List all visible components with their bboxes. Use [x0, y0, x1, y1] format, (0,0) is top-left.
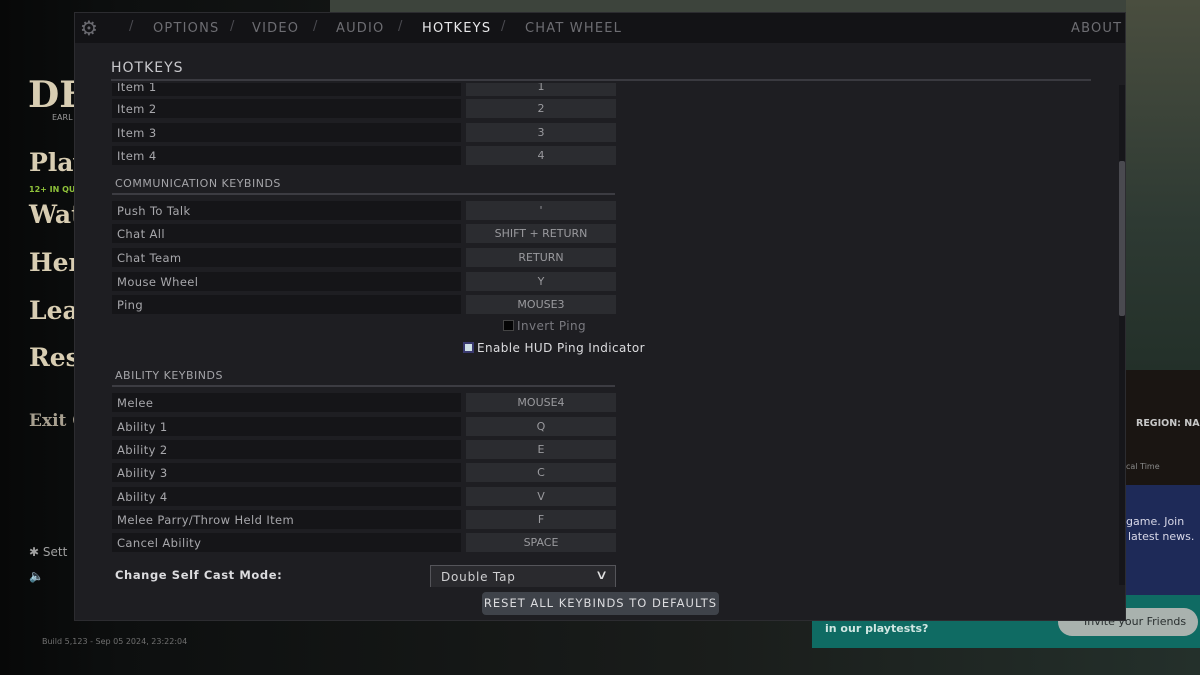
keybind-button[interactable]: V	[466, 487, 616, 506]
hotkeys-list: Item 1 1 Item 2 2 Item 3 3 Item 4 4 COMMUNIC…	[75, 83, 1115, 587]
logo-subtitle: EARL	[52, 113, 73, 122]
tab-hotkeys[interactable]: HOTKEYS	[422, 21, 491, 36]
tab-audio[interactable]: AUDIO	[336, 21, 385, 36]
tab-separator: /	[230, 19, 235, 34]
keybind-row: Item 4 4	[112, 146, 616, 165]
keybind-button[interactable]: E	[466, 440, 616, 459]
section-header: ABILITY KEYBINDS	[115, 369, 223, 382]
section-header: COMMUNICATION KEYBINDS	[115, 177, 281, 190]
background-art-right	[1126, 0, 1200, 370]
keybind-label: Item 2	[112, 99, 461, 118]
tab-about[interactable]: ABOUT	[1071, 21, 1122, 36]
playtest-text: in our playtests?	[825, 622, 929, 635]
build-info: Build 5,123 - Sep 05 2024, 23:22:04	[42, 637, 188, 646]
checkbox-label: Invert Ping	[517, 319, 587, 333]
self-cast-mode-dropdown[interactable]: Double Tap ∨	[430, 565, 616, 587]
settings-link[interactable]: ✱ Sett	[29, 545, 67, 559]
checkbox-checked-icon	[463, 342, 474, 353]
keybind-label: Melee	[112, 393, 461, 412]
keybind-button[interactable]: 2	[466, 99, 616, 118]
news-text: latest news.	[1128, 530, 1195, 543]
local-time-label: cal Time	[1126, 462, 1160, 471]
invert-ping-checkbox[interactable]: Invert Ping	[503, 319, 586, 333]
scrollbar-thumb[interactable]	[1119, 161, 1125, 316]
gear-icon: ✱	[29, 545, 40, 559]
keybind-button[interactable]: 3	[466, 123, 616, 142]
keybind-row: Melee MOUSE4	[112, 393, 616, 412]
keybind-button[interactable]: SPACE	[466, 533, 616, 552]
keybind-label: Ping	[112, 295, 461, 314]
keybind-row: Chat Team RETURN	[112, 248, 616, 267]
checkbox-label: Enable HUD Ping Indicator	[477, 341, 645, 355]
keybind-label: Push To Talk	[112, 201, 461, 220]
keybind-row: Chat All SHIFT + RETURN	[112, 224, 616, 243]
keybind-button[interactable]: 1	[466, 83, 616, 96]
tab-chat-wheel[interactable]: CHAT WHEEL	[525, 21, 622, 36]
keybind-label: Ability 2	[112, 440, 461, 459]
news-text: game. Join	[1126, 515, 1185, 528]
keybind-label: Item 3	[112, 123, 461, 142]
keybind-row: Item 2 2	[112, 99, 616, 118]
keybind-label: Ability 1	[112, 417, 461, 436]
checkbox-unchecked-icon	[503, 320, 514, 331]
keybind-label: Cancel Ability	[112, 533, 461, 552]
settings-dialog: ⚙ / OPTIONS / VIDEO / AUDIO / HOTKEYS / …	[74, 12, 1126, 621]
keybind-button[interactable]: F	[466, 510, 616, 529]
tab-separator: /	[129, 19, 134, 34]
news-panel[interactable]: game. Join latest news.	[1126, 485, 1200, 595]
keybind-row: Cancel Ability SPACE	[112, 533, 616, 552]
reset-keybinds-button[interactable]: RESET ALL KEYBINDS TO DEFAULTS	[482, 592, 719, 615]
hud-ping-indicator-checkbox[interactable]: Enable HUD Ping Indicator	[463, 341, 645, 355]
settings-label: Sett	[42, 545, 68, 559]
queue-status: 12+ IN QU	[29, 185, 76, 194]
self-cast-label: Change Self Cast Mode:	[115, 568, 283, 582]
gear-icon[interactable]: ⚙	[80, 16, 98, 40]
keybind-label: Item 1	[112, 83, 461, 96]
keybind-row: Melee Parry/Throw Held Item F	[112, 510, 616, 529]
keybind-button[interactable]: C	[466, 463, 616, 482]
keybind-label: Chat All	[112, 224, 461, 243]
keybind-row: Ability 1 Q	[112, 417, 616, 436]
keybind-button[interactable]: MOUSE4	[466, 393, 616, 412]
keybind-row: Item 3 3	[112, 123, 616, 142]
keybind-button[interactable]: '	[466, 201, 616, 220]
keybind-row: Item 1 1	[112, 83, 616, 96]
keybind-button[interactable]: RETURN	[466, 248, 616, 267]
keybind-button[interactable]: Q	[466, 417, 616, 436]
keybind-row: Ability 3 C	[112, 463, 616, 482]
keybind-button[interactable]: SHIFT + RETURN	[466, 224, 616, 243]
divider	[112, 385, 615, 387]
tab-separator: /	[398, 19, 403, 34]
page-title: HOTKEYS	[111, 60, 184, 76]
keybind-row: Ability 2 E	[112, 440, 616, 459]
keybind-button[interactable]: 4	[466, 146, 616, 165]
dropdown-value: Double Tap	[441, 570, 516, 584]
divider	[112, 193, 615, 195]
divider	[111, 79, 1091, 81]
tab-options[interactable]: OPTIONS	[153, 21, 219, 36]
keybind-label: Ability 4	[112, 487, 461, 506]
region-panel: REGION: NA cal Time	[1126, 370, 1200, 485]
keybind-row: Ping MOUSE3	[112, 295, 616, 314]
chevron-down-icon: ∨	[594, 568, 610, 583]
tab-separator: /	[313, 19, 318, 34]
keybind-button[interactable]: MOUSE3	[466, 295, 616, 314]
speaker-icon[interactable]: 🔈	[29, 569, 44, 583]
keybind-row: Mouse Wheel Y	[112, 272, 616, 291]
keybind-row: Ability 4 V	[112, 487, 616, 506]
keybind-label: Item 4	[112, 146, 461, 165]
tab-separator: /	[501, 19, 506, 34]
keybind-label: Mouse Wheel	[112, 272, 461, 291]
tab-video[interactable]: VIDEO	[252, 21, 299, 36]
keybind-label: Chat Team	[112, 248, 461, 267]
keybind-row: Push To Talk '	[112, 201, 616, 220]
scrollbar[interactable]	[1119, 85, 1125, 585]
keybind-button[interactable]: Y	[466, 272, 616, 291]
region-label: REGION: NA	[1136, 418, 1200, 429]
keybind-label: Ability 3	[112, 463, 461, 482]
background-art-top	[330, 0, 1200, 12]
tab-bar: ⚙ / OPTIONS / VIDEO / AUDIO / HOTKEYS / …	[75, 13, 1125, 43]
keybind-label: Melee Parry/Throw Held Item	[112, 510, 461, 529]
